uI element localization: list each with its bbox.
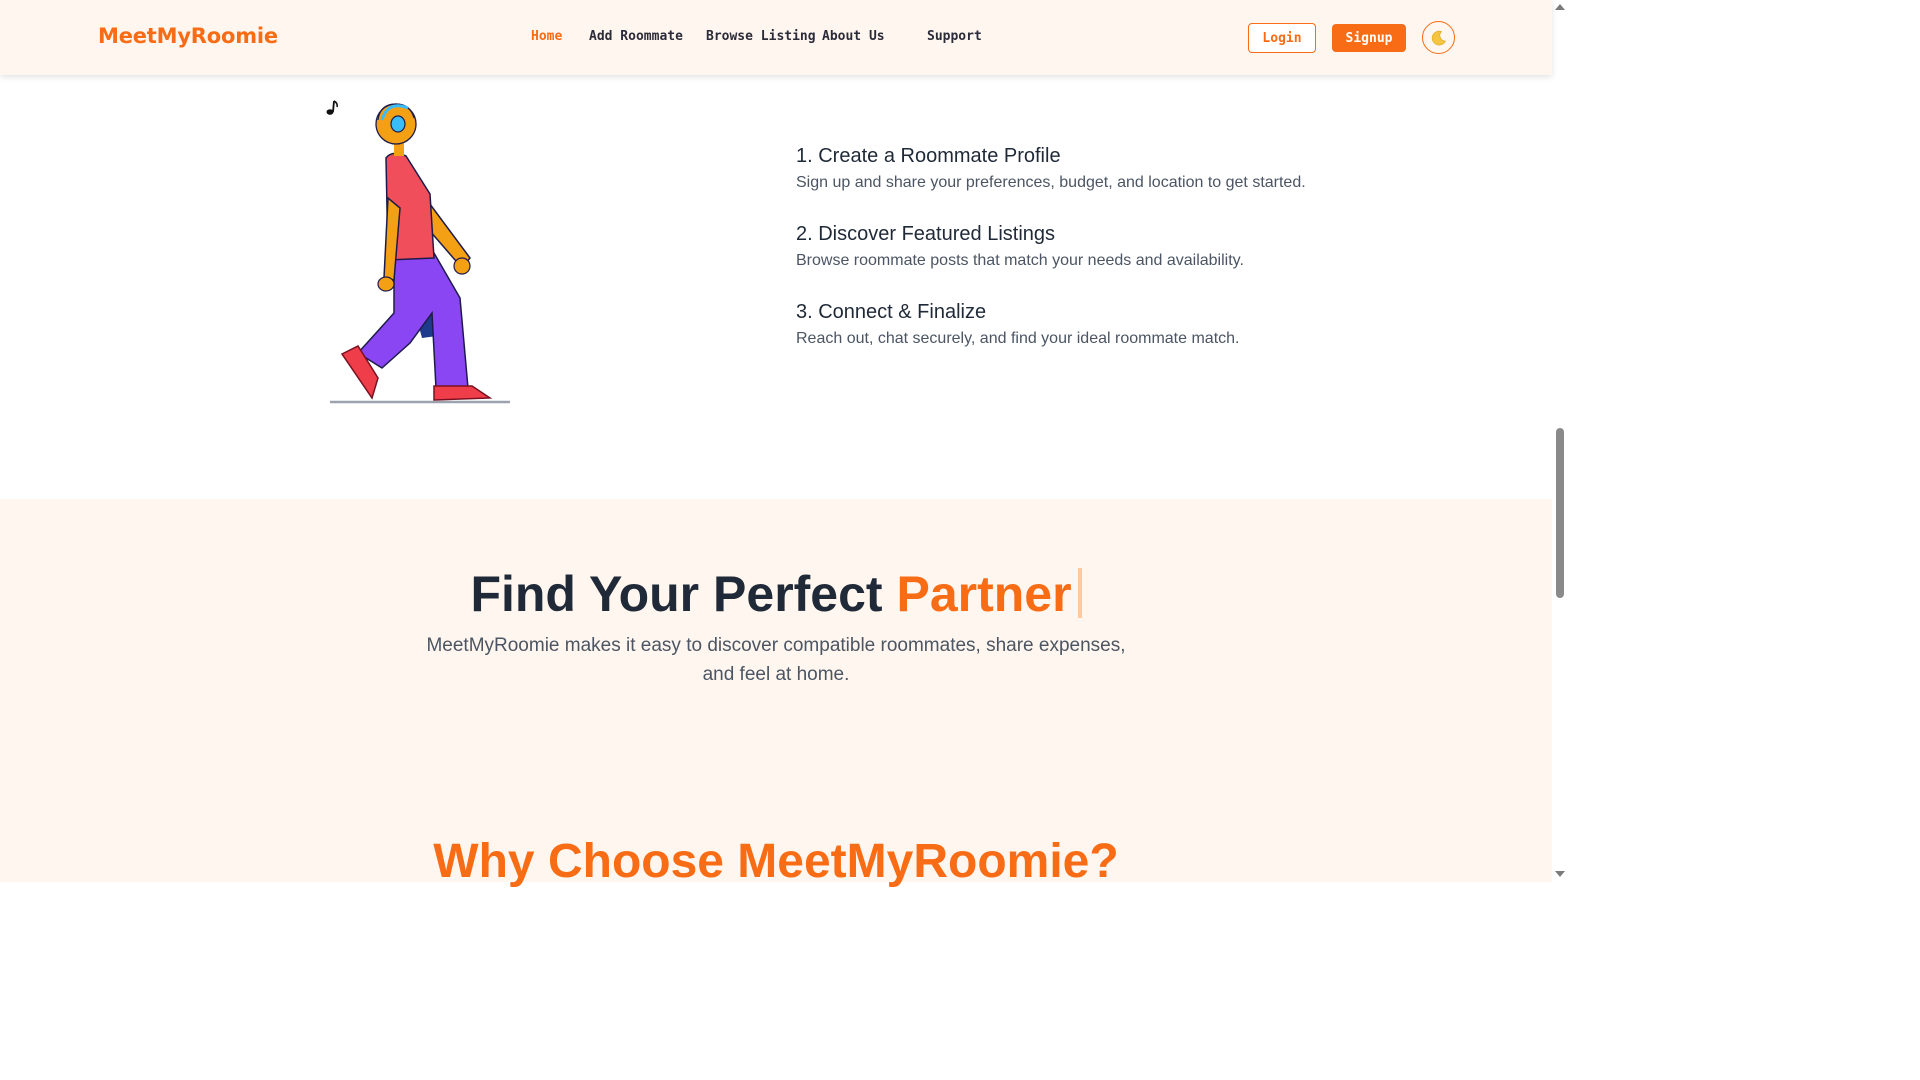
music-note-icon xyxy=(326,100,338,115)
scrollbar-thumb[interactable] xyxy=(1556,428,1564,598)
step-2-description: Browse roommate posts that match your ne… xyxy=(796,252,1244,269)
why-choose-title: Why Choose MeetMyRoomie? xyxy=(433,835,1119,888)
step-1: 1. Create a Roommate Profile Sign up and… xyxy=(796,145,1306,192)
step-2: 2. Discover Featured Listings Browse roo… xyxy=(796,223,1244,270)
scroll-down-arrow-icon[interactable] xyxy=(1555,871,1565,877)
page-scrollbar[interactable] xyxy=(1552,0,1568,882)
step-3-title: 3. Connect & Finalize xyxy=(796,301,987,323)
step-1-description: Sign up and share your preferences, budg… xyxy=(796,174,1306,191)
login-button[interactable]: Login xyxy=(1248,23,1316,53)
hero-title: Find Your Perfect Partner xyxy=(0,565,1552,623)
step-1-title: 1. Create a Roommate Profile xyxy=(796,145,1061,167)
typing-cursor xyxy=(1077,568,1082,618)
moon-icon xyxy=(1431,30,1446,45)
step-2-title: 2. Discover Featured Listings xyxy=(796,223,1056,245)
hero-subtitle: MeetMyRoomie makes it easy to discover c… xyxy=(426,635,1126,685)
how-it-works-section: 1. Create a Roommate Profile Sign up and… xyxy=(0,75,1552,499)
walking-person-illustration xyxy=(326,100,510,404)
scroll-up-arrow-icon[interactable] xyxy=(1555,4,1565,10)
nav-item-support[interactable]: Support xyxy=(927,29,982,44)
nav-item-add-roommate[interactable]: Add Roommate xyxy=(589,29,683,44)
nav-item-about-us[interactable]: About Us xyxy=(822,29,885,44)
hero-title-prefix: Find Your Perfect xyxy=(470,566,883,622)
nav-item-browse-listing[interactable]: Browse Listing xyxy=(706,29,816,44)
main-nav: Home Add Roommate Browse Listing About U… xyxy=(0,29,1552,49)
signup-button[interactable]: Signup xyxy=(1332,24,1406,52)
theme-toggle-button[interactable] xyxy=(1422,21,1455,54)
find-partner-section: Find Your Perfect Partner MeetMyRoomie m… xyxy=(0,499,1552,888)
step-3-description: Reach out, chat securely, and find your … xyxy=(796,330,1240,347)
hero-title-accent: Partner xyxy=(896,566,1072,622)
nav-item-home[interactable]: Home xyxy=(531,29,562,44)
top-navbar: MeetMyRoomie Home Add Roommate Browse Li… xyxy=(0,0,1552,75)
step-3: 3. Connect & Finalize Reach out, chat se… xyxy=(796,301,1239,348)
